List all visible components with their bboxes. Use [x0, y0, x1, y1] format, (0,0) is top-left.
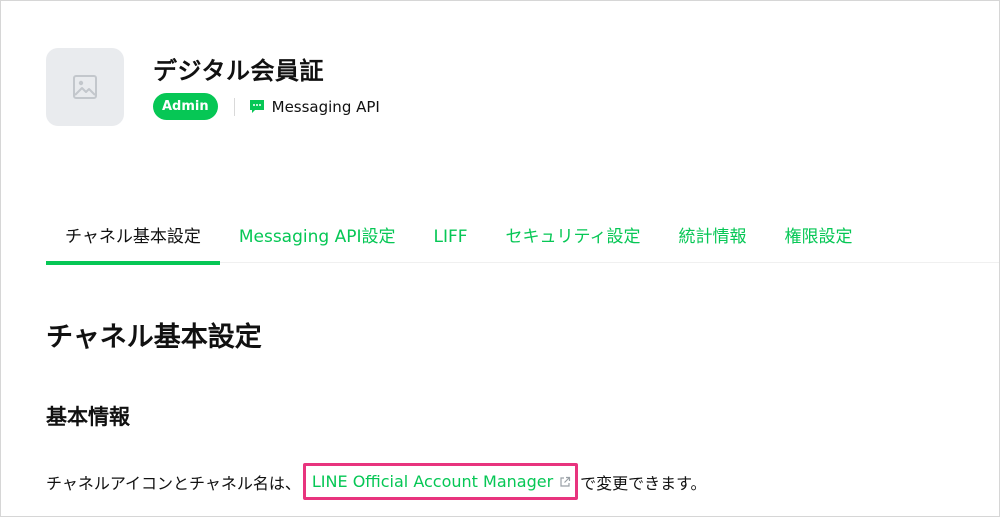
description-prefix: チャネルアイコンとチャネル名は、: [46, 473, 301, 493]
page-frame: デジタル会員証 Admin Messaging API チャネル基本設定 Mes…: [0, 0, 1000, 517]
tab-security-settings[interactable]: セキュリティ設定: [487, 215, 660, 265]
highlight-box: LINE Official Account Manager: [302, 463, 579, 500]
basic-info-description: チャネルアイコンとチャネル名は、 LINE Official Account M…: [46, 463, 707, 500]
basic-info-heading: 基本情報: [46, 405, 130, 429]
channel-type-label: Messaging API: [271, 97, 380, 116]
chat-bubble-icon: [249, 99, 265, 114]
tab-liff[interactable]: LIFF: [414, 215, 486, 265]
settings-tabs: チャネル基本設定 Messaging API設定 LIFF セキュリティ設定 統…: [46, 215, 999, 265]
line-oam-link[interactable]: LINE Official Account Manager: [312, 472, 553, 491]
tab-permission-settings[interactable]: 権限設定: [766, 215, 872, 265]
page-title: チャネル基本設定: [46, 322, 262, 353]
description-suffix: で変更できます。: [580, 473, 707, 493]
tab-channel-basic-settings[interactable]: チャネル基本設定: [46, 215, 220, 265]
role-badge: Admin: [153, 93, 218, 120]
external-link-icon[interactable]: [559, 476, 571, 488]
channel-title: デジタル会員証: [153, 57, 325, 85]
channel-badges: Admin Messaging API: [153, 93, 380, 120]
tab-statistics[interactable]: 統計情報: [660, 215, 766, 265]
badge-divider: [233, 97, 235, 116]
channel-icon: [46, 48, 124, 126]
tab-messaging-api-settings[interactable]: Messaging API設定: [220, 215, 415, 265]
image-placeholder-icon: [73, 75, 97, 99]
